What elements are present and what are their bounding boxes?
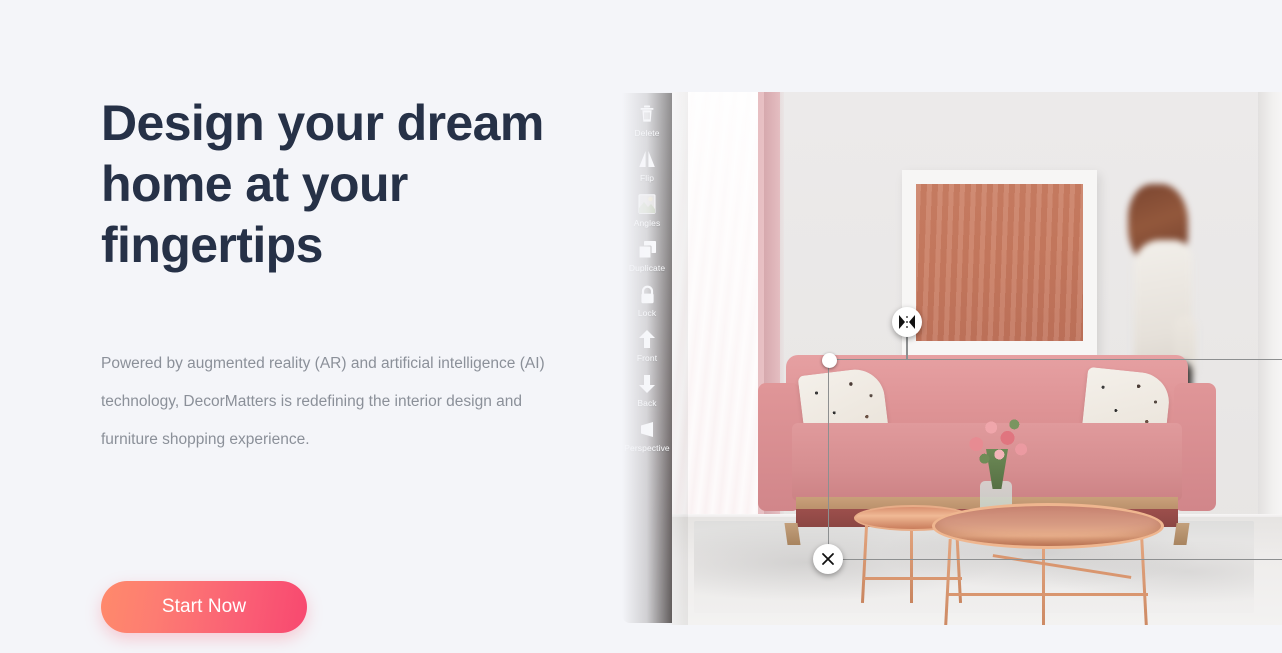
start-now-label: Start Now (161, 596, 247, 617)
toolbar-label: Angles (633, 218, 661, 228)
toolbar-item-angles[interactable]: Angles (622, 193, 672, 228)
hero-copy-block: Design your dream home at your fingertip… (101, 93, 581, 633)
toolbar-label: Flip (639, 173, 655, 183)
toolbar-item-perspective[interactable]: Perspective (622, 418, 672, 453)
lock-icon (636, 283, 658, 305)
toolbar-label: Duplicate (628, 263, 666, 273)
toolbar-item-flip[interactable]: Flip (622, 148, 672, 183)
perspective-icon (636, 418, 658, 440)
toolbar-label: Perspective (624, 443, 670, 453)
coffee-table-leg (943, 538, 952, 625)
close-icon[interactable] (813, 544, 843, 574)
angles-icon (636, 193, 658, 215)
side-table-leg (860, 524, 869, 604)
toolbar-item-front[interactable]: Front (622, 328, 672, 363)
arrow-down-icon (636, 373, 658, 395)
ar-preview-panel: Delete Flip Angles Duplicate Lock Front … (622, 92, 1282, 625)
toolbar-item-lock[interactable]: Lock (622, 283, 672, 318)
sheer-curtain (672, 92, 758, 562)
side-table-leg (910, 525, 913, 603)
flower-blooms (964, 415, 1032, 467)
coffee-table-top (932, 503, 1164, 549)
room-photo (672, 92, 1282, 625)
toolbar-label: Front (636, 353, 658, 363)
toolbar-label: Lock (637, 308, 657, 318)
duplicate-icon (636, 238, 658, 260)
start-now-button[interactable]: Start Now (101, 581, 307, 633)
coffee-table-leg (1140, 538, 1149, 625)
toolbar-label: Delete (634, 128, 660, 138)
toolbar-item-delete[interactable]: Delete (622, 103, 672, 138)
right-wall (1258, 92, 1282, 558)
framed-artwork (902, 170, 1097, 355)
artwork-canvas (916, 184, 1083, 341)
coffee-table-crossbar (948, 593, 1148, 596)
coffee-table-leg (1042, 539, 1045, 625)
toolbar-label: Back (637, 398, 657, 408)
flip-icon (636, 148, 658, 170)
coffee-table (932, 503, 1164, 625)
page-title: Design your dream home at your fingertip… (101, 95, 544, 273)
toolbar-item-back[interactable]: Back (622, 373, 672, 408)
toolbar-item-duplicate[interactable]: Duplicate (622, 238, 672, 273)
hero-subcopy: Powered by augmented reality (AR) and ar… (101, 355, 545, 448)
object-toolbar: Delete Flip Angles Duplicate Lock Front … (622, 93, 672, 623)
sofa-leg-right (1173, 523, 1190, 545)
hero-page: Design your dream home at your fingertip… (0, 0, 1282, 653)
trash-icon (636, 103, 658, 125)
coffee-table-crossbar (992, 554, 1132, 579)
mirror-flip-icon[interactable] (892, 307, 922, 337)
arrow-up-icon (636, 328, 658, 350)
